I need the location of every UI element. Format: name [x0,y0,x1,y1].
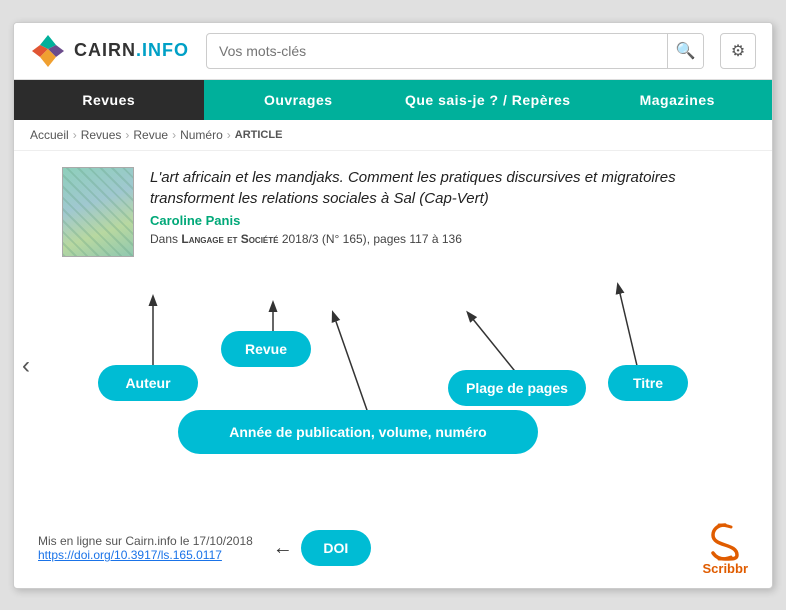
main-content: ‹ L'art africain et les mandjaks. Commen… [14,151,772,581]
search-input[interactable] [207,43,667,59]
article-title-italic2: mandjaks [275,169,339,186]
nav-revues[interactable]: Revues [14,80,204,120]
nav-que-sais-je[interactable]: Que sais-je ? / Repères [393,80,583,120]
search-button[interactable]: 🔍 [667,33,703,69]
breadcrumb-revues[interactable]: Revues [81,128,122,142]
journal-name[interactable]: Langage et Société [181,232,278,246]
breadcrumb: Accueil › Revues › Revue › Numéro › Arti… [14,120,772,151]
settings-button[interactable]: ⚙ [720,33,756,69]
article-title: L'art africain et les mandjaks. Comment … [150,167,748,209]
bubble-titre: Titre [608,365,688,401]
journal-year: 2018/3 (N° 165) [282,232,367,246]
nav-magazines[interactable]: Magazines [583,80,773,120]
nav-bar: Revues Ouvrages Que sais-je ? / Repères … [14,80,772,120]
breadcrumb-numero[interactable]: Numéro [180,128,223,142]
cairn-logo-icon [30,33,66,69]
bubble-plage-pages: Plage de pages [448,370,586,406]
breadcrumb-sep4: › [227,128,231,142]
article-meta: Dans Langage et Société 2018/3 (N° 165),… [150,232,748,246]
header: CAIRN.INFO 🔍 ⚙ [14,23,772,80]
breadcrumb-article: Article [235,129,283,141]
bubble-revue: Revue [221,331,311,367]
bubble-annee: Année de publication, volume, numéro [178,410,538,454]
article-title-normal1: et les [231,169,275,186]
breadcrumb-sep1: › [73,128,77,142]
journal-prefix: Dans [150,232,181,246]
article-title-italic1: L'art africain [150,169,231,186]
article-info: L'art africain et les mandjaks. Comment … [150,167,748,257]
annotation-area: Auteur Revue Plage de pages Titre Année … [38,265,748,565]
prev-arrow[interactable]: ‹ [22,352,30,380]
breadcrumb-accueil[interactable]: Accueil [30,128,69,142]
search-bar[interactable]: 🔍 [206,33,704,69]
nav-ouvrages[interactable]: Ouvrages [204,80,394,120]
bubble-auteur: Auteur [98,365,198,401]
logo: CAIRN.INFO [30,33,190,69]
logo-text: CAIRN.INFO [74,40,189,61]
book-cover [62,167,134,257]
breadcrumb-sep3: › [172,128,176,142]
article-author[interactable]: Caroline Panis [150,213,748,228]
breadcrumb-revue[interactable]: Revue [133,128,168,142]
breadcrumb-sep2: › [125,128,129,142]
article-header: L'art africain et les mandjaks. Comment … [62,167,748,257]
journal-pages: , pages 117 à 136 [367,232,462,246]
